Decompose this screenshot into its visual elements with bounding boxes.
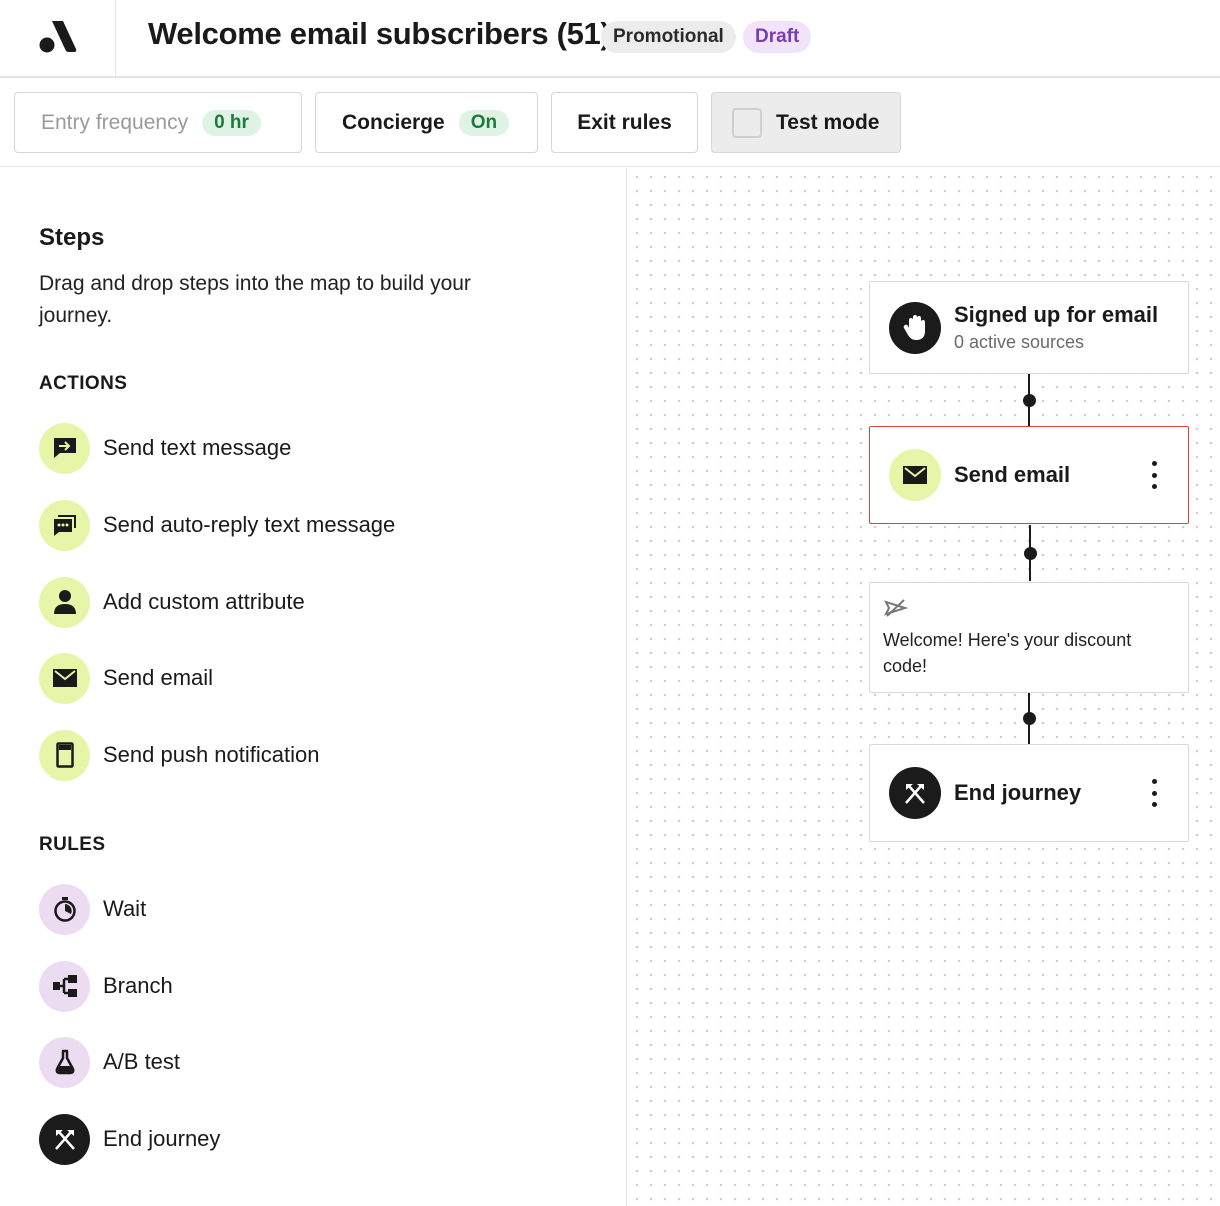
steps-title: Steps — [39, 224, 105, 251]
entry-frequency-value: 0 hr — [202, 109, 261, 136]
rules-heading: RULES — [39, 834, 106, 855]
step-wait[interactable]: Wait — [39, 883, 146, 935]
email-preview-text: Welcome! Here's your discount code! — [883, 630, 1132, 676]
page-title: Welcome email subscribers (51) — [148, 16, 611, 51]
auto-reply-icon — [39, 499, 90, 551]
draft-badge: Draft — [743, 21, 812, 53]
concierge-status: On — [458, 109, 510, 136]
step-add-custom-attribute[interactable]: Add custom attribute — [39, 576, 305, 628]
actions-heading: ACTIONS — [39, 373, 128, 394]
step-send-auto-reply[interactable]: Send auto-reply text message — [39, 499, 395, 551]
flask-icon — [39, 1036, 90, 1088]
entry-frequency-button[interactable]: Entry frequency 0 hr — [14, 92, 302, 153]
step-label: Branch — [103, 973, 173, 998]
crossed-axes-icon — [889, 767, 941, 819]
steps-panel: Steps Drag and drop steps into the map t… — [0, 168, 627, 1206]
brand-logo-icon[interactable] — [39, 19, 77, 58]
concierge-label: Concierge — [342, 110, 445, 134]
step-label: Wait — [103, 896, 147, 921]
envelope-icon — [889, 449, 941, 501]
test-mode-toggle[interactable]: Test mode — [711, 92, 901, 153]
end-journey-title: End journey — [954, 780, 1082, 805]
phone-icon — [39, 729, 90, 781]
exit-rules-button[interactable]: Exit rules — [551, 92, 698, 153]
toolbar: Entry frequency 0 hr Concierge On Exit r… — [0, 79, 1220, 167]
step-label: Add custom attribute — [103, 589, 305, 614]
send-email-node[interactable]: Send email — [869, 426, 1189, 524]
step-send-push-notification[interactable]: Send push notification — [39, 729, 320, 781]
step-label: Send text message — [103, 435, 292, 460]
step-send-text-message[interactable]: Send text message — [39, 422, 291, 474]
steps-description: Drag and drop steps into the map to buil… — [39, 272, 471, 327]
step-label: Send auto-reply text message — [103, 512, 396, 537]
step-branch[interactable]: Branch — [39, 960, 173, 1012]
send-email-title: Send email — [954, 462, 1071, 487]
step-label: Send push notification — [103, 742, 320, 767]
logo-cell[interactable] — [0, 0, 116, 77]
person-icon — [39, 576, 90, 628]
exit-rules-label: Exit rules — [577, 110, 672, 134]
waving-hand-icon — [889, 301, 941, 354]
concierge-button[interactable]: Concierge On — [315, 92, 538, 153]
email-preview-node[interactable]: Welcome! Here's your discount code! — [869, 582, 1189, 693]
test-mode-label: Test mode — [776, 110, 880, 134]
promotional-badge: Promotional — [601, 21, 736, 53]
timer-icon — [39, 883, 90, 935]
step-end-journey[interactable]: End journey — [39, 1113, 220, 1165]
connector-dot[interactable] — [1023, 712, 1036, 725]
envelope-icon — [39, 652, 90, 704]
crossed-axes-icon — [39, 1113, 90, 1165]
step-ab-test[interactable]: A/B test — [39, 1036, 180, 1088]
connector-dot[interactable] — [1023, 394, 1036, 407]
step-label: A/B test — [103, 1049, 181, 1074]
step-label: End journey — [103, 1126, 221, 1151]
step-label: Send email — [103, 665, 214, 690]
entry-frequency-label: Entry frequency — [41, 110, 189, 134]
trigger-subtitle: 0 active sources — [954, 332, 1085, 352]
connector-dot[interactable] — [1024, 547, 1037, 560]
test-mode-checkbox[interactable] — [732, 107, 762, 138]
end-journey-node[interactable]: End journey — [869, 744, 1189, 842]
more-options-icon[interactable] — [1150, 461, 1158, 489]
journey-map-canvas[interactable]: Signed up for email 0 active sources Sen… — [628, 168, 1220, 1206]
more-options-icon[interactable] — [1150, 779, 1158, 807]
trigger-node[interactable]: Signed up for email 0 active sources — [869, 281, 1189, 374]
trigger-title: Signed up for email — [954, 302, 1159, 327]
step-send-email[interactable]: Send email — [39, 652, 213, 704]
branch-icon — [39, 960, 90, 1012]
header: Welcome email subscribers (51) Promotion… — [0, 0, 1220, 78]
text-message-icon — [39, 422, 90, 474]
send-off-icon — [884, 598, 909, 623]
